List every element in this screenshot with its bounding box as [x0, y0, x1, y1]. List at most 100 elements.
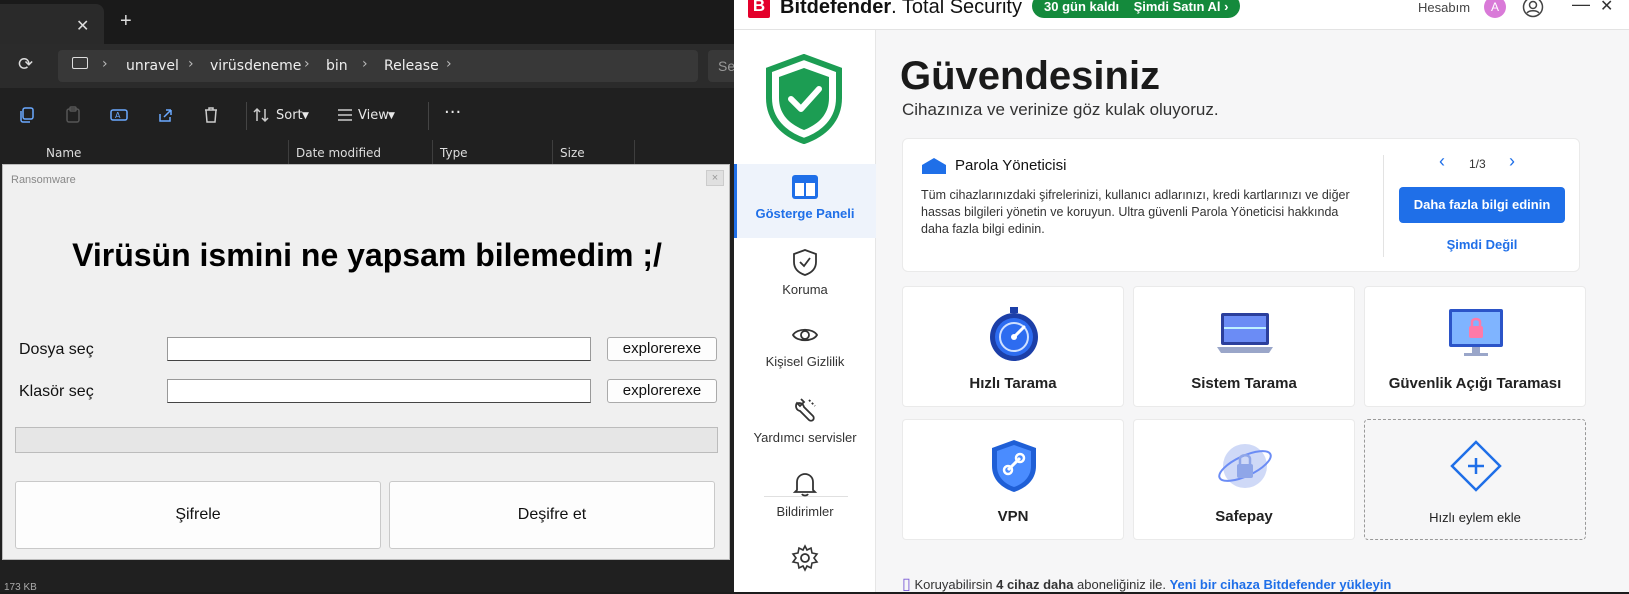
devices-footer: ▯ Koruyabilirsin 4 cihaz daha aboneliğin… [902, 574, 1391, 594]
vulnerability-scan-tile[interactable]: Güvenlik Açığı Taraması [1364, 286, 1586, 407]
avatar[interactable]: A [1484, 0, 1506, 18]
copy-icon[interactable] [18, 106, 36, 124]
tab-close-icon[interactable]: ✕ [76, 16, 89, 36]
paste-icon[interactable] [64, 106, 82, 124]
column-divider[interactable] [288, 140, 289, 164]
learn-more-button[interactable]: Daha fazla bilgi edinin [1399, 187, 1565, 223]
breadcrumb-item[interactable]: Release [384, 58, 439, 74]
nav-utilities[interactable]: Yardımcı servisler [734, 386, 876, 460]
breadcrumb-separator-icon: › [102, 56, 108, 72]
column-header-date[interactable]: Date modified [296, 146, 381, 160]
decrypt-button[interactable]: Deşifre et [389, 481, 715, 549]
chevron-down-icon: ▼ [302, 111, 309, 121]
card-pagination: 1/3 [1469, 157, 1486, 171]
ransomware-dialog: Ransomware × Virüsün ismini ne yapsam bi… [2, 164, 730, 560]
tile-label: Sistem Tarama [1191, 375, 1297, 392]
toolbar-divider [246, 102, 247, 130]
user-circle-icon[interactable] [1522, 0, 1544, 18]
vpn-shield-icon [992, 440, 1036, 492]
nav-label: Yardımcı servisler [753, 430, 857, 445]
dialog-title: Ransomware [11, 174, 76, 186]
column-header-type[interactable]: Type [440, 146, 468, 160]
view-icon [338, 109, 352, 121]
safepay-tile[interactable]: Safepay [1133, 419, 1355, 540]
chevron-down-icon: ▼ [388, 111, 395, 121]
devices-icon: ▯ [902, 576, 911, 593]
quick-scan-tile[interactable]: Hızlı Tarama [902, 286, 1124, 407]
bell-icon [792, 473, 818, 497]
more-options-icon[interactable]: ··· [444, 102, 461, 123]
vpn-tile[interactable]: VPN [902, 419, 1124, 540]
dialog-close-button[interactable]: × [706, 170, 724, 186]
refresh-icon[interactable]: ⟳ [18, 54, 33, 75]
minimize-icon[interactable]: — [1572, 0, 1590, 15]
nav-label: Kişisel Gizlilik [765, 354, 845, 369]
svg-text:A: A [115, 111, 121, 120]
breadcrumb-separator-icon: › [362, 56, 368, 72]
brand-name: Bitdefender [780, 0, 892, 18]
file-select-label: Dosya seç [19, 341, 94, 358]
buy-now-link[interactable]: Şimdi Satın Al [1134, 0, 1221, 14]
column-divider[interactable] [432, 140, 433, 164]
nav-label: Koruma [782, 282, 828, 297]
close-icon[interactable]: ✕ [1600, 0, 1613, 16]
rename-icon[interactable]: A [110, 106, 128, 124]
encrypt-button[interactable]: Şifrele [15, 481, 381, 549]
breadcrumb-separator-icon: › [446, 56, 452, 72]
account-link[interactable]: Hesabım [1418, 0, 1470, 15]
breadcrumb-item[interactable]: bin [326, 58, 348, 74]
sort-icon [253, 107, 269, 123]
bitdefender-window: B Bitdefender. Total Security 30 gün kal… [734, 0, 1629, 594]
shield-check-icon [793, 249, 817, 276]
gear-icon [791, 544, 819, 572]
new-tab-icon[interactable]: + [120, 10, 132, 33]
breadcrumb-item[interactable]: unravel [126, 58, 179, 74]
delete-icon[interactable] [202, 106, 220, 124]
nav-notifications[interactable]: Bildirimler [734, 460, 876, 534]
bitdefender-logo-icon: B [748, 0, 770, 18]
share-icon[interactable] [156, 106, 174, 124]
brand-mark-icon: . [891, 0, 897, 18]
product-name: Total Security [901, 0, 1022, 18]
nav-settings[interactable] [734, 534, 876, 592]
tile-label: Güvenlik Açığı Taraması [1388, 375, 1562, 392]
folder-path-input[interactable] [167, 379, 591, 403]
column-divider[interactable] [552, 140, 553, 164]
nav-privacy[interactable]: Kişisel Gizlilik [734, 312, 876, 386]
column-header-name[interactable]: Name [46, 146, 81, 160]
password-manager-card: Parola Yöneticisi Tüm cihazlarınızdaki ş… [902, 138, 1580, 272]
card-description: Tüm cihazlarınızdaki şifrelerinizi, kull… [921, 188, 1350, 236]
card-divider [1383, 155, 1384, 257]
progress-bar [15, 427, 718, 453]
stopwatch-icon [990, 307, 1038, 361]
monitor-lock-icon [1449, 309, 1503, 356]
footer-middle: aboneliğiniz ile. [1077, 577, 1166, 592]
explorer-tab[interactable]: ✕ [0, 4, 104, 44]
explorer-tab-bar: ✕ + [0, 0, 734, 44]
chevron-right-icon[interactable]: › [1509, 151, 1515, 172]
nav-protection[interactable]: Koruma [734, 238, 876, 312]
status-subtitle: Cihazınıza ve verinize göz kulak oluyoru… [902, 100, 1219, 119]
file-path-input[interactable] [167, 337, 591, 361]
browse-file-button[interactable]: explorerexe [607, 337, 717, 361]
sort-button[interactable]: Sort [276, 108, 303, 123]
column-header-size[interactable]: Size [560, 146, 585, 160]
nav-dashboard[interactable]: Gösterge Paneli [734, 164, 876, 238]
footer-prefix: Koruyabilirsin [914, 577, 993, 592]
add-quick-action-tile[interactable]: Hızlı eylem ekle [1364, 419, 1586, 540]
browse-folder-button[interactable]: explorerexe [607, 379, 717, 403]
tools-icon [795, 398, 816, 422]
not-now-link[interactable]: Şimdi Değil [1399, 237, 1565, 252]
protected-shield-icon [766, 54, 842, 144]
breadcrumb-item[interactable]: virüsdeneme [210, 58, 301, 74]
view-button[interactable]: View [358, 108, 389, 123]
trial-badge[interactable]: 30 gün kaldı Şimdi Satın Al › [1032, 0, 1241, 18]
address-bar[interactable]: › unravel › virüsdeneme › bin › Release … [58, 50, 698, 82]
password-manager-icon [922, 158, 946, 174]
column-divider[interactable] [634, 140, 635, 164]
trial-days-left: 30 gün kaldı [1044, 0, 1120, 14]
eye-icon [791, 328, 819, 342]
system-scan-tile[interactable]: Sistem Tarama [1133, 286, 1355, 407]
install-new-device-link[interactable]: Yeni bir cihaza Bitdefender yükleyin [1170, 577, 1392, 592]
chevron-left-icon[interactable]: ‹ [1439, 151, 1445, 172]
